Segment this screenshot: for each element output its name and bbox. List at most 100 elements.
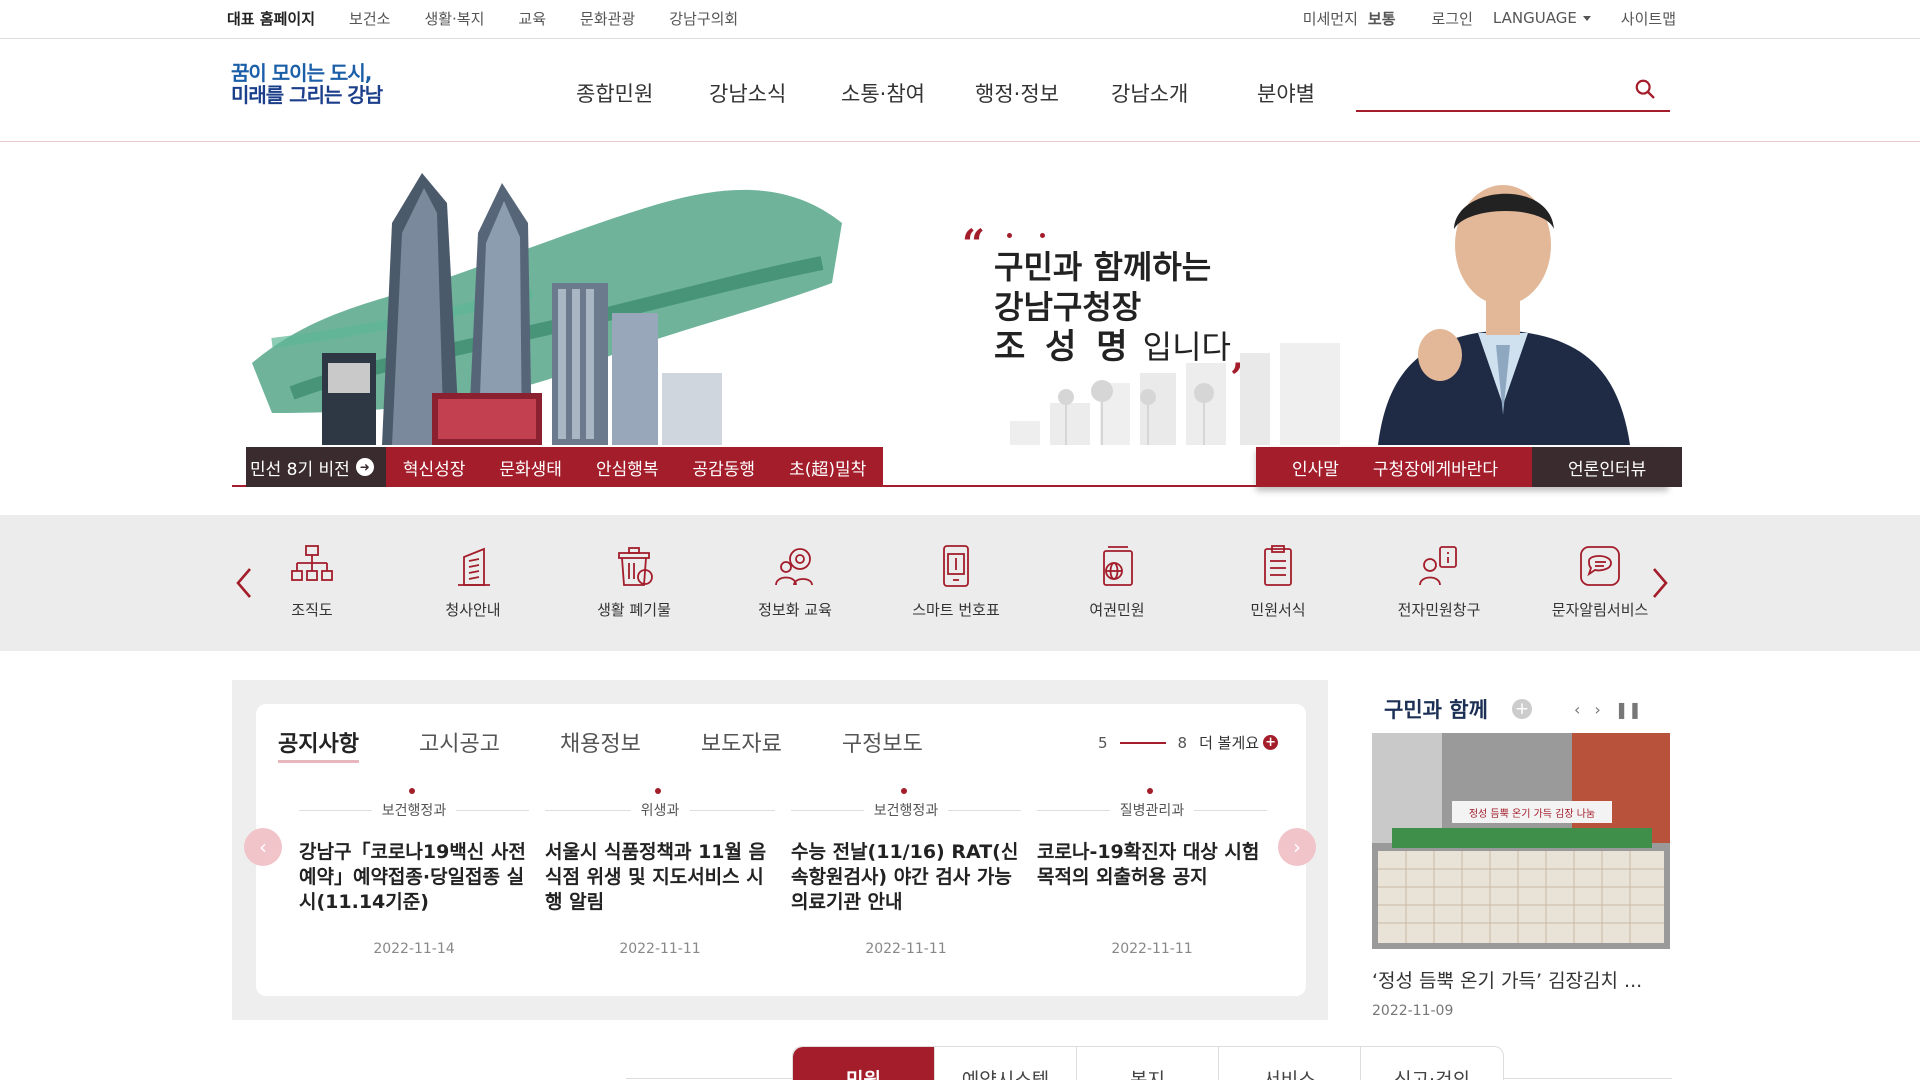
vision-main-link[interactable]: 민선 8기 비전 ➜ xyxy=(246,447,386,487)
notice-title[interactable]: 코로나-19확진자 대상 시험목적의 외출허용 공지 xyxy=(1037,840,1267,915)
vision-item-safety[interactable]: 안심행복 xyxy=(579,455,676,480)
tab-recruitment[interactable]: 채용정보 xyxy=(560,726,641,763)
link-culture-tour[interactable]: 문화관광 xyxy=(580,8,635,29)
link-council[interactable]: 강남구의회 xyxy=(669,8,738,29)
tab-civil[interactable]: 민원 xyxy=(793,1047,935,1080)
tab-notices[interactable]: 공지사항 xyxy=(278,726,359,763)
more-button[interactable]: 더 볼게요 + xyxy=(1199,732,1279,753)
quick-item-forms[interactable]: 민원서식 xyxy=(1213,543,1343,620)
notice-item[interactable]: 보건행정과 수능 전날(11/16) RAT(신속항원검사) 야간 검사 가능 … xyxy=(791,788,1021,957)
pause-icon[interactable]: ❚❚ xyxy=(1615,700,1642,719)
quick-item-waste[interactable]: 생활 폐기물 xyxy=(569,543,699,620)
quick-item-e-civil[interactable]: 전자민원창구 xyxy=(1374,543,1504,620)
tab-announcements[interactable]: 고시공고 xyxy=(419,726,500,763)
mayor-link-greeting[interactable]: 인사말 xyxy=(1292,455,1339,480)
quick-item-it-education[interactable]: 정보화 교육 xyxy=(730,543,860,620)
quick-item-org-chart[interactable]: 조직도 xyxy=(247,543,377,620)
search-input[interactable] xyxy=(1356,74,1616,106)
city-skyline-illustration xyxy=(252,173,842,445)
quick-label: 스마트 번호표 xyxy=(912,601,1000,619)
gnb-gangnam-news[interactable]: 강남소식 xyxy=(709,78,786,108)
quick-label: 청사안내 xyxy=(445,601,501,619)
quote-line-2: 강남구청장 xyxy=(994,288,1142,326)
vision-item-innovation[interactable]: 혁신성장 xyxy=(386,455,483,480)
dot-marker xyxy=(655,788,661,794)
tab-district-news[interactable]: 구정보도 xyxy=(842,726,923,763)
together-title[interactable]: 구민과 함께 xyxy=(1384,694,1488,724)
notice-dept: 위생과 xyxy=(630,800,690,820)
notice-title[interactable]: 수능 전날(11/16) RAT(신속항원검사) 야간 검사 가능 의료기관 안… xyxy=(791,840,1021,915)
gnb-about-gangnam[interactable]: 강남소개 xyxy=(1111,78,1188,108)
notice-item[interactable]: 위생과 서울시 식품정책과 11월 음식점 위생 및 지도서비스 시행 알림 2… xyxy=(545,788,775,957)
language-label: LANGUAGE xyxy=(1492,9,1577,27)
link-education[interactable]: 교육 xyxy=(518,8,546,29)
board-prev-button[interactable]: ‹ xyxy=(244,828,282,866)
tab-welfare[interactable]: 복지 xyxy=(1077,1047,1219,1080)
notice-date: 2022-11-14 xyxy=(373,941,455,957)
sms-icon xyxy=(1580,546,1620,586)
emphasis-dots xyxy=(1006,233,1046,243)
vision-item-close-contact[interactable]: 초(超)밀착 xyxy=(772,455,883,480)
vision-item-empathy[interactable]: 공감동행 xyxy=(676,455,773,480)
tab-service[interactable]: 서비스 xyxy=(1219,1047,1361,1080)
e-service-icon xyxy=(1419,546,1457,586)
tab-reservation[interactable]: 예약시스템 xyxy=(935,1047,1077,1080)
chevron-right-icon: › xyxy=(1293,835,1301,859)
utility-right: 미세먼지 보통 로그인 LANGUAGE 사이트맵 xyxy=(1303,0,1676,36)
building-icon xyxy=(458,547,490,586)
link-health-center[interactable]: 보건소 xyxy=(349,8,390,29)
quick-label: 여권민원 xyxy=(1089,601,1145,619)
vision-item-culture[interactable]: 문화생태 xyxy=(482,455,579,480)
search-icon[interactable] xyxy=(1634,78,1656,100)
service-tabs: 민원 예약시스템 복지 서비스 신고·건의 xyxy=(792,1046,1504,1080)
org-chart-icon xyxy=(291,545,333,581)
dot-marker xyxy=(1147,788,1153,794)
vision-bar: 민선 8기 비전 ➜ 혁신성장 문화생태 안심행복 공감동행 초(超)밀착 xyxy=(246,447,884,487)
quick-item-building[interactable]: 청사안내 xyxy=(408,543,538,620)
quick-item-passport[interactable]: 여권민원 xyxy=(1052,543,1182,620)
kimchi-event-photo[interactable]: 정성 듬뿍 온기 가득 김장 나눔 xyxy=(1372,733,1670,949)
board-next-button[interactable]: › xyxy=(1278,828,1316,866)
notice-date: 2022-11-11 xyxy=(865,941,947,957)
gnb-administration[interactable]: 행정·정보 xyxy=(975,78,1059,108)
link-main-homepage[interactable]: 대표 홈페이지 xyxy=(227,8,315,29)
page-total: 8 xyxy=(1177,733,1188,752)
tab-press[interactable]: 보도자료 xyxy=(701,726,782,763)
chevron-right-icon[interactable]: › xyxy=(1594,700,1600,719)
gnb-civil-service[interactable]: 종합민원 xyxy=(576,78,653,108)
together-caption[interactable]: ‘정성 듬뿍 온기 가득’ 김장김치 ... xyxy=(1372,966,1670,993)
notice-title[interactable]: 서울시 식품정책과 11월 음식점 위생 및 지도서비스 시행 알림 xyxy=(545,840,775,915)
family-site-links: 대표 홈페이지 보건소 생활·복지 교육 문화관광 강남구의회 xyxy=(227,0,772,36)
login-link[interactable]: 로그인 xyxy=(1432,8,1473,29)
chevron-down-icon xyxy=(1582,15,1591,21)
notice-item[interactable]: 질병관리과 코로나-19확진자 대상 시험목적의 외출허용 공지 2022-11… xyxy=(1037,788,1267,957)
mayor-link-suggestion[interactable]: 구청장에게바란다 xyxy=(1373,455,1498,480)
chevron-left-icon: ‹ xyxy=(259,835,267,859)
notice-title[interactable]: 강남구「코로나19백신 사전예약」예약접종·당일접종 실시(11.14기준) xyxy=(299,840,529,915)
chevron-left-icon[interactable]: ‹ xyxy=(1574,700,1580,719)
dot-marker xyxy=(901,788,907,794)
hero-banner: “ 구민과 함께하는 강남구청장 조 성 명 입니다 ” 민선 8기 비전 xyxy=(0,143,1920,515)
fine-dust-label: 미세먼지 xyxy=(1302,9,1358,28)
quick-item-smart-ticket[interactable]: 스마트 번호표 xyxy=(891,543,1021,620)
quick-next-button[interactable] xyxy=(1648,565,1672,601)
sitemap-link[interactable]: 사이트맵 xyxy=(1621,8,1676,29)
quick-menu: 조직도 청사안내 생활 폐기물 정보화 교육 스마트 번호표 여권민원 민원서식… xyxy=(0,515,1920,651)
quick-item-sms[interactable]: 문자알림서비스 xyxy=(1535,543,1665,620)
gnb-participation[interactable]: 소통·참여 xyxy=(841,78,925,108)
gnb-by-field[interactable]: 분야별 xyxy=(1257,78,1315,108)
together-more-plus-icon[interactable]: + xyxy=(1512,699,1532,719)
mayor-link-interview[interactable]: 언론인터뷰 xyxy=(1532,447,1683,487)
page-progress-line xyxy=(1119,741,1166,744)
quick-label: 생활 폐기물 xyxy=(597,601,671,619)
together-date: 2022-11-09 xyxy=(1372,1003,1454,1019)
site-header: 꿈이 모이는 도시, 미래를 그리는 강남 종합민원 강남소식 소통·참여 행정… xyxy=(0,40,1920,142)
language-select[interactable]: LANGUAGE xyxy=(1493,9,1591,27)
quick-label: 민원서식 xyxy=(1250,601,1306,619)
notice-item[interactable]: 보건행정과 강남구「코로나19백신 사전예약」예약접종·당일접종 실시(11.1… xyxy=(299,788,529,957)
tab-report[interactable]: 신고·건의 xyxy=(1361,1047,1503,1080)
quick-label: 정보화 교육 xyxy=(758,601,832,619)
link-welfare[interactable]: 생활·복지 xyxy=(424,8,484,29)
skyline-outline-decoration xyxy=(1010,343,1340,445)
together-controls: ‹ › ❚❚ xyxy=(1574,700,1642,719)
